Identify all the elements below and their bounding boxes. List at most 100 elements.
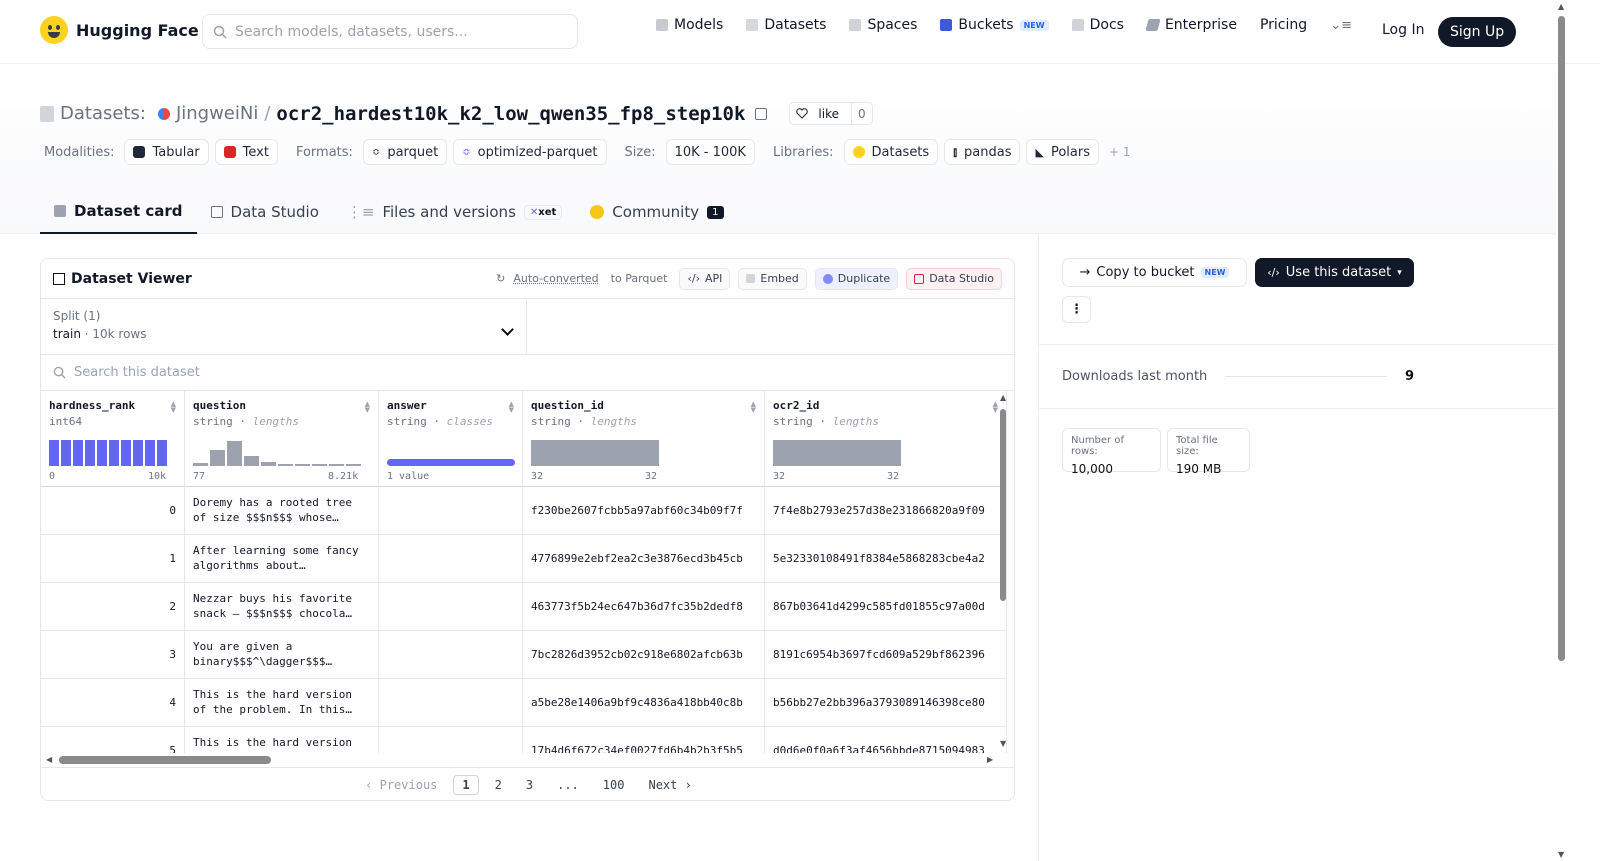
table-cell[interactable]: a5be28e1406a9bf9c4836a418bb40c8b (523, 679, 764, 727)
sort-icon[interactable]: ▲ ▼ (365, 401, 370, 414)
histogram-bar[interactable] (329, 464, 344, 466)
histogram-bar[interactable] (121, 440, 131, 466)
tab-files[interactable]: ⋮≡ Files and versions ✕xet (333, 190, 576, 234)
nav-spaces[interactable]: Spaces (849, 17, 917, 33)
next-page[interactable]: Next › (640, 776, 699, 794)
histogram-bar[interactable] (85, 440, 95, 466)
tab-community[interactable]: Community 1 (576, 190, 737, 234)
histogram-bar[interactable] (133, 440, 143, 466)
page-scroll-thumb[interactable] (1558, 16, 1565, 661)
libraries-more[interactable]: + 1 (1109, 145, 1131, 159)
histogram-bar[interactable] (73, 440, 83, 466)
tag-datasets-lib[interactable]: Datasets (843, 139, 939, 165)
dataset-name[interactable]: ocr2_hardest10k_k2_low_qwen35_fp8_step10… (276, 103, 745, 125)
table-cell[interactable] (379, 631, 522, 679)
table-cell[interactable]: 867b03641d4299c585fd01855c97a00d (765, 583, 1006, 631)
table-cell[interactable]: 5 (41, 727, 184, 753)
tab-dataset-card[interactable]: Dataset card (40, 190, 197, 234)
table-cell[interactable]: 0 (41, 487, 184, 535)
histogram-bar[interactable] (97, 440, 107, 466)
nav-models[interactable]: Models (656, 17, 723, 33)
table-cell[interactable]: 3 (41, 631, 184, 679)
column-header[interactable]: hardness_rank int64 ▲ ▼ 0 10k (41, 391, 184, 487)
table-cell[interactable]: 8191c6954b3697fcd609a529bf862396 (765, 631, 1006, 679)
table-cell[interactable] (379, 679, 522, 727)
duplicate-button[interactable]: Duplicate (814, 267, 899, 290)
table-cell[interactable]: f230be2607fcbb5a97abf60c34b09f7f (523, 487, 764, 535)
histogram-bar[interactable] (61, 440, 71, 466)
nav-more-menu[interactable]: ⌄≡ (1330, 18, 1352, 33)
data-studio-button[interactable]: Data Studio (906, 267, 1002, 290)
table-cell[interactable]: Doremy has a rooted tree of size $$$n$$$… (185, 487, 378, 535)
tab-data-studio[interactable]: Data Studio (197, 190, 333, 234)
histogram-bar[interactable] (227, 441, 242, 466)
dataset-search-input[interactable] (74, 365, 474, 380)
table-cell[interactable] (379, 487, 522, 535)
sort-icon[interactable]: ▲ ▼ (751, 401, 756, 414)
histogram-bar[interactable] (261, 462, 276, 466)
nav-enterprise[interactable]: Enterprise (1145, 17, 1237, 33)
nav-buckets[interactable]: Buckets NEW (940, 17, 1049, 33)
dataset-search[interactable] (41, 355, 1014, 391)
table-cell[interactable]: d0d6e0f0a6f3af4656bbde8715094983 (765, 727, 1006, 753)
table-cell[interactable]: 2 (41, 583, 184, 631)
like-button[interactable]: like 0 (789, 102, 873, 125)
table-cell[interactable]: 17b4d6f672c34ef0027fd6b4b2b3f5b5 (523, 727, 764, 753)
nav-datasets[interactable]: Datasets (746, 17, 826, 33)
column-histogram[interactable] (531, 438, 659, 466)
embed-button[interactable]: Embed (738, 267, 807, 290)
column-histogram[interactable] (773, 438, 901, 466)
table-cell[interactable]: 7bc2826d3952cb02c918e6802afcb63b (523, 631, 764, 679)
page-scrollbar[interactable]: ▲ ▼ (1556, 0, 1568, 861)
signup-button[interactable]: Sign Up (1438, 17, 1517, 47)
column-header[interactable]: question_id string · lengths ▲ ▼ 32 32 (523, 391, 764, 487)
column-header[interactable]: question string · lengths ▲ ▼ 77 8.21k (185, 391, 378, 487)
auto-converted-link[interactable]: Auto-converted (513, 272, 598, 285)
scroll-down-icon[interactable]: ▼ (1000, 739, 1006, 748)
table-cell[interactable]: This is the hard version (185, 727, 378, 753)
tag-optimized-parquet[interactable]: ≎ optimized-parquet (453, 139, 607, 165)
table-cell[interactable]: Nezzar buys his favorite snack — $$$n$$$… (185, 583, 378, 631)
histogram-bar[interactable] (773, 440, 901, 466)
scroll-left-icon[interactable]: ◀ (46, 755, 52, 764)
table-cell[interactable]: 1 (41, 535, 184, 583)
sort-icon[interactable]: ▲ ▼ (993, 401, 998, 414)
column-header[interactable]: ocr2_id string · lengths ▲ ▼ 32 32 (765, 391, 1006, 487)
histogram-bar[interactable] (109, 440, 119, 466)
horizontal-scrollbar[interactable]: ◀ ▶ (41, 753, 1014, 767)
histogram-bar[interactable] (193, 463, 208, 466)
sort-icon[interactable]: ▲ ▼ (171, 401, 176, 414)
login-link[interactable]: Log In (1382, 22, 1424, 38)
sort-icon[interactable]: ▲ ▼ (509, 401, 514, 414)
search-box[interactable] (202, 14, 578, 49)
table-cell[interactable]: This is the hard version of the problem.… (185, 679, 378, 727)
column-histogram[interactable] (193, 438, 361, 466)
histogram-bar[interactable] (210, 450, 225, 466)
table-cell[interactable]: You are given a binary$$$^\dagger$$$… (185, 631, 378, 679)
histogram-bar[interactable] (278, 464, 293, 466)
scroll-right-icon[interactable]: ▶ (987, 755, 993, 764)
use-this-dataset-button[interactable]: ‹/› Use this dataset ▾ (1255, 258, 1414, 287)
scroll-up-icon[interactable]: ▲ (1000, 393, 1006, 402)
split-selector[interactable]: Split (1) train · 10k rows (41, 299, 527, 354)
table-cell[interactable] (379, 727, 522, 753)
column-header[interactable]: answer string · classes ▲ ▼ 1 value (379, 391, 522, 487)
copy-to-bucket-button[interactable]: → Copy to bucket NEW (1062, 258, 1247, 287)
table-cell[interactable]: 4776899e2ebf2ea2c3e3876ecd3b45cb (523, 535, 764, 583)
nav-docs[interactable]: Docs (1071, 17, 1124, 33)
tag-text[interactable]: Text (214, 139, 278, 165)
table-cell[interactable]: b56bb27e2bb396a3793089146398ce80 (765, 679, 1006, 727)
tag-polars[interactable]: ◣ Polars (1026, 139, 1099, 165)
horizontal-scroll-thumb[interactable] (59, 756, 271, 764)
table-cell[interactable]: 4 (41, 679, 184, 727)
vertical-scroll-thumb[interactable] (1000, 409, 1006, 601)
tag-tabular[interactable]: Tabular (124, 139, 209, 165)
nav-pricing[interactable]: Pricing (1260, 17, 1307, 33)
table-cell[interactable] (379, 583, 522, 631)
page-scroll-up-icon[interactable]: ▲ (1558, 2, 1564, 11)
histogram-bar[interactable] (346, 464, 361, 466)
owner-link[interactable]: JingweiNi (176, 103, 258, 124)
logo[interactable]: Hugging Face (40, 16, 199, 44)
table-cell[interactable]: 5e32330108491f8384e5868283cbe4a2 (765, 535, 1006, 583)
page-3[interactable]: 3 (518, 776, 541, 794)
